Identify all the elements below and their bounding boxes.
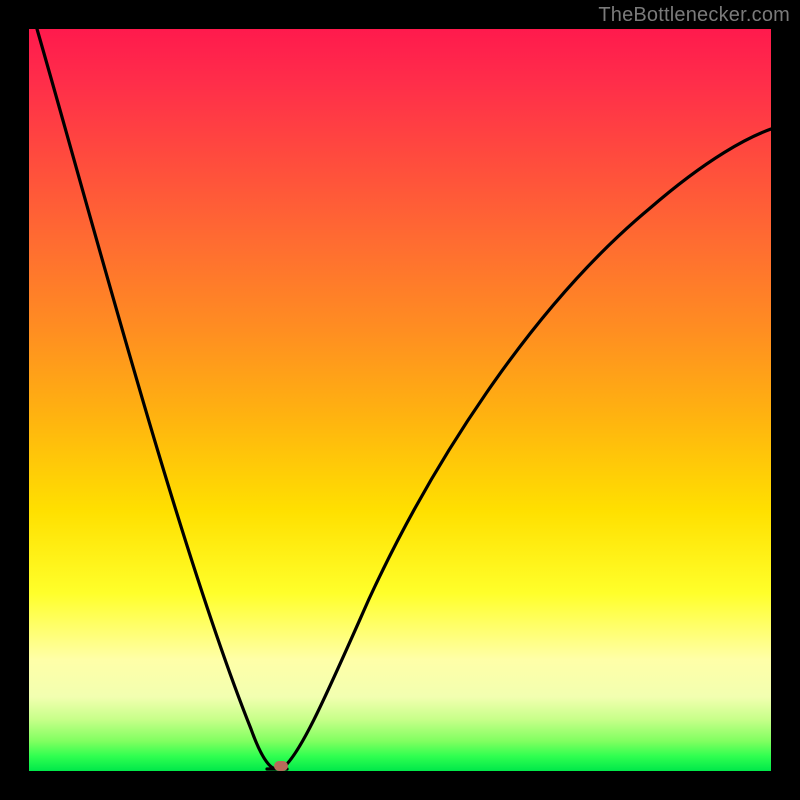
chart-frame: TheBottlenecker.com bbox=[0, 0, 800, 800]
optimal-marker bbox=[274, 761, 288, 771]
bottleneck-curve bbox=[29, 29, 771, 771]
attribution-label: TheBottlenecker.com bbox=[598, 4, 790, 27]
